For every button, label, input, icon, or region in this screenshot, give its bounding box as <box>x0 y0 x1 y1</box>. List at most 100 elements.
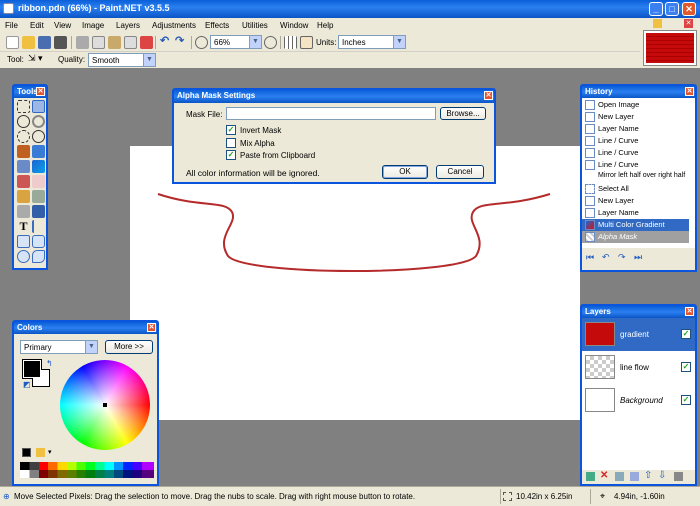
move-selection-alt-icon[interactable] <box>32 115 45 128</box>
merge-layer-icon[interactable] <box>630 472 639 481</box>
zoom-combo[interactable]: 66% ▼ <box>210 35 262 49</box>
more-colors-button[interactable]: More >> <box>105 340 153 354</box>
reset-colors-icon[interactable]: ◩ <box>23 380 31 389</box>
history-item[interactable]: Open Image <box>582 99 689 111</box>
close-button[interactable]: ✕ <box>682 2 696 16</box>
new-icon[interactable] <box>6 36 19 49</box>
grid-icon[interactable] <box>284 36 297 49</box>
close-icon[interactable]: ✕ <box>685 87 694 96</box>
chevron-down-icon[interactable]: ▼ <box>143 54 155 66</box>
paste-icon[interactable] <box>108 36 121 49</box>
save-icon[interactable] <box>38 36 51 49</box>
move-layer-up-icon[interactable]: ⇧ <box>644 470 652 481</box>
clone-stamp-tool-icon[interactable] <box>32 190 45 203</box>
print-icon[interactable] <box>54 36 67 49</box>
fast-forward-icon[interactable]: ⏭ <box>634 252 642 263</box>
text-tool-icon[interactable]: T <box>17 220 30 233</box>
history-item[interactable]: New Layer <box>582 195 689 207</box>
black-swatch-icon[interactable] <box>22 448 31 457</box>
magic-wand-tool-icon[interactable] <box>17 145 30 158</box>
layer-properties-icon[interactable] <box>674 472 683 481</box>
quality-combo[interactable]: Smooth ▼ <box>88 53 156 67</box>
menu-image[interactable]: Image <box>82 21 104 30</box>
zoom-in-icon[interactable] <box>264 36 277 49</box>
freeform-shape-tool-icon[interactable] <box>32 250 45 263</box>
cut-icon[interactable] <box>76 36 89 49</box>
crop-icon[interactable] <box>124 36 137 49</box>
move-layer-down-icon[interactable]: ⇩ <box>658 470 666 481</box>
history-item-selected[interactable]: Multi Color Gradient <box>582 219 689 232</box>
invert-mask-label[interactable]: Invert Mask <box>240 126 281 135</box>
paste-clipboard-checkbox[interactable]: ✓ <box>226 150 236 160</box>
chevron-down-icon[interactable]: ▼ <box>393 36 405 48</box>
primary-color-swatch-front[interactable] <box>23 360 41 378</box>
layer-visibility-checkbox[interactable]: ✓ <box>681 395 691 405</box>
mask-file-input[interactable] <box>226 107 436 120</box>
duplicate-layer-icon[interactable] <box>615 472 624 481</box>
pencil-tool-icon[interactable] <box>17 190 30 203</box>
invert-mask-checkbox[interactable]: ✓ <box>226 125 236 135</box>
move-selection-tool-icon[interactable] <box>32 100 45 113</box>
palette-chevron-down-icon[interactable]: ▾ <box>48 448 52 456</box>
rewind-icon[interactable]: ⏮ <box>586 252 594 263</box>
paint-bucket-tool-icon[interactable] <box>17 160 30 173</box>
dialog-close-icon[interactable]: ✕ <box>484 91 493 100</box>
close-icon[interactable]: ✕ <box>147 323 156 332</box>
units-combo[interactable]: Inches ▼ <box>338 35 406 49</box>
layer-row[interactable]: Background ✓ <box>582 384 695 417</box>
minimize-button[interactable]: _ <box>649 2 663 16</box>
zoom-tool-icon[interactable] <box>32 130 45 143</box>
add-layer-icon[interactable] <box>586 472 595 481</box>
layer-row[interactable]: line flow ✓ <box>582 351 695 384</box>
menu-view[interactable]: View <box>54 21 71 30</box>
move-tool-selector[interactable]: ⇲ ▾ <box>28 53 50 66</box>
history-item[interactable]: Layer Name <box>582 123 689 135</box>
color-mode-combo[interactable]: Primary ▼ <box>20 340 98 354</box>
history-item[interactable]: New Layer <box>582 111 689 123</box>
redo-history-icon[interactable]: ↷ <box>618 252 626 263</box>
mix-alpha-label[interactable]: Mix Alpha <box>240 139 275 148</box>
ellipse-tool-icon[interactable] <box>17 250 30 263</box>
delete-layer-icon[interactable]: ✕ <box>600 470 608 481</box>
mix-alpha-checkbox[interactable] <box>226 138 236 148</box>
menu-help[interactable]: Help <box>317 21 333 30</box>
history-item[interactable]: Layer Name <box>582 207 689 219</box>
eraser-tool-icon[interactable] <box>32 175 45 188</box>
lasso-select-tool-icon[interactable] <box>17 115 30 128</box>
chevron-down-icon[interactable]: ▼ <box>249 36 261 48</box>
history-item[interactable]: Select All <box>582 183 689 195</box>
layer-row-selected[interactable]: gradient ✓ <box>582 318 695 351</box>
menu-effects[interactable]: Effects <box>205 21 229 30</box>
close-icon[interactable]: ✕ <box>36 87 45 96</box>
zoom-out-icon[interactable] <box>195 36 208 49</box>
close-image-icon[interactable]: ✕ <box>684 19 693 28</box>
ellipse-select-tool-icon[interactable] <box>17 130 30 143</box>
browse-button[interactable]: Browse... <box>440 107 486 120</box>
paste-clipboard-label[interactable]: Paste from Clipboard <box>240 151 315 160</box>
rulers-icon[interactable] <box>300 36 313 49</box>
layer-visibility-checkbox[interactable]: ✓ <box>681 329 691 339</box>
cancel-button[interactable]: Cancel <box>436 165 484 179</box>
rectangle-select-tool-icon[interactable] <box>17 100 30 113</box>
rectangle-tool-icon[interactable] <box>17 235 30 248</box>
paintbrush-tool-icon[interactable] <box>17 175 30 188</box>
menu-utilities[interactable]: Utilities <box>242 21 268 30</box>
maximize-button[interactable]: □ <box>665 2 679 16</box>
history-item[interactable]: Line / Curve <box>582 159 689 171</box>
swap-colors-icon[interactable]: ↰ <box>46 359 53 368</box>
history-item[interactable]: Line / Curve <box>582 135 689 147</box>
color-picker-tool-icon[interactable] <box>32 205 45 218</box>
close-icon[interactable]: ✕ <box>685 307 694 316</box>
chevron-down-icon[interactable]: ▼ <box>85 341 97 353</box>
color-wheel[interactable] <box>60 360 150 450</box>
history-item-undone[interactable]: Alpha Mask <box>582 231 689 244</box>
menu-window[interactable]: Window <box>280 21 308 30</box>
history-item[interactable]: Line / Curve <box>582 147 689 159</box>
menu-edit[interactable]: Edit <box>30 21 44 30</box>
menu-file[interactable]: File <box>5 21 18 30</box>
redo-icon[interactable]: ↷ <box>175 36 188 49</box>
undo-history-icon[interactable]: ↶ <box>602 252 610 263</box>
palette-icon[interactable] <box>36 448 45 457</box>
recolor-tool-icon[interactable] <box>17 205 30 218</box>
history-item[interactable]: Mirror left half over right half <box>582 171 689 183</box>
